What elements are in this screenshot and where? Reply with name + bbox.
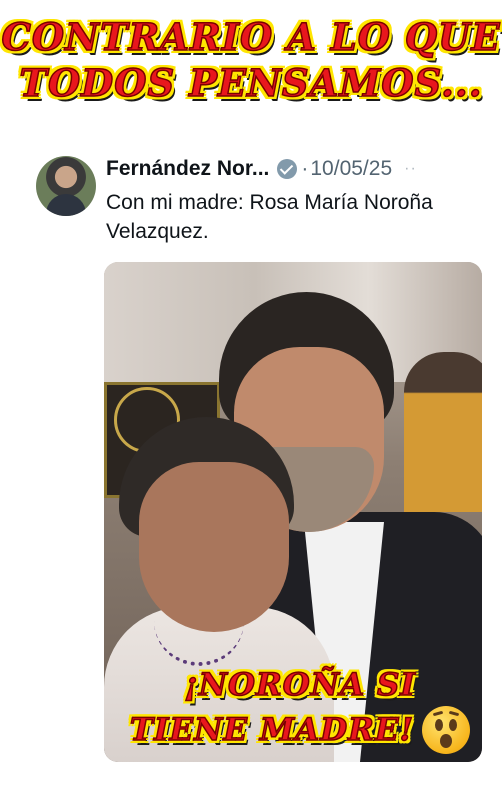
top-caption: Contrario a lo que todos pensamos... [0,14,502,106]
tweet-text: Con mi madre: Rosa María Noroña Velazque… [106,191,433,243]
astonished-face-icon [422,706,471,754]
tweet-card: Fernández Nor... · 10/05/25 ·· Con mi ma… [26,150,486,260]
author-avatar[interactable] [36,156,96,216]
top-caption-line-1: Contrario a lo que [1,14,501,60]
author-line: Fernández Nor... · 10/05/25 ·· [106,154,417,184]
bottom-caption-line-2-wrap: tiene madre! [129,706,471,754]
verified-icon [277,159,298,179]
bottom-caption-line-1: ¡Noroña si [183,666,416,704]
more-options-icon[interactable]: ·· [404,160,417,178]
bottom-caption: ¡Noroña si tiene madre! [100,664,500,754]
photo-background-person [404,352,482,512]
photo-woman-face [139,462,289,632]
author-name[interactable]: Fernández Nor... [106,157,269,181]
avatar-body [46,194,86,216]
bottom-caption-line-2: tiene madre! [129,711,415,749]
tweet-date[interactable]: 10/05/25 [310,157,392,181]
top-caption-line-2: todos pensamos... [19,60,483,106]
separator: · [301,157,309,180]
